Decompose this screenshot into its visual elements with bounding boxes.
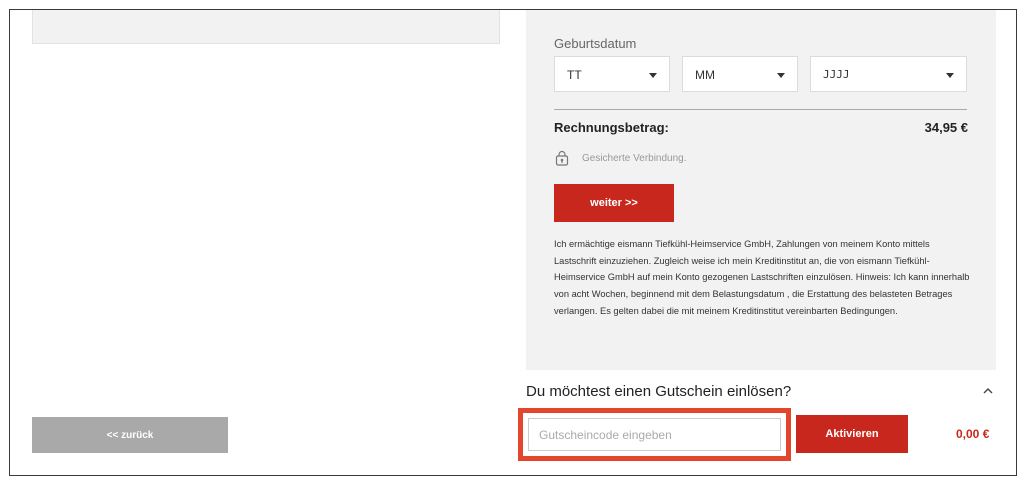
voucher-code-input[interactable] [528, 418, 781, 451]
sepa-mandate-text: Ich ermächtige eismann Tiefkühl-Heimserv… [554, 239, 970, 316]
caret-down-icon [777, 73, 785, 78]
payment-panel: Geburtsdatum TT MM JJJJ Rechnungsbetrag:… [526, 10, 996, 370]
chevron-up-icon[interactable] [982, 385, 994, 397]
voucher-title: Du möchtest einen Gutschein einlösen? [526, 383, 792, 400]
lock-icon [555, 150, 569, 166]
checkout-frame: Geburtsdatum TT MM JJJJ Rechnungsbetrag:… [9, 9, 1017, 476]
dob-day-select[interactable]: TT [554, 56, 670, 92]
divider [554, 109, 967, 110]
dob-day-value: TT [567, 68, 582, 82]
dob-label: Geburtsdatum [554, 36, 637, 51]
left-summary-panel [32, 10, 500, 44]
dob-month-value: MM [695, 68, 715, 82]
continue-button[interactable]: weiter >> [554, 184, 674, 222]
dob-month-select[interactable]: MM [682, 56, 798, 92]
secure-connection-text: Gesicherte Verbindung. [582, 152, 687, 164]
dob-year-select[interactable]: JJJJ [810, 56, 967, 92]
secure-connection: Gesicherte Verbindung. [554, 148, 687, 168]
caret-down-icon [946, 73, 954, 78]
back-button[interactable]: << zurück [32, 417, 228, 453]
voucher-amount: 0,00 € [956, 427, 990, 441]
dob-year-value: JJJJ [823, 68, 850, 81]
activate-voucher-button[interactable]: Aktivieren [796, 415, 908, 453]
invoice-total-value: 34,95 € [924, 120, 968, 135]
invoice-total-label: Rechnungsbetrag: [554, 120, 669, 135]
caret-down-icon [649, 73, 657, 78]
